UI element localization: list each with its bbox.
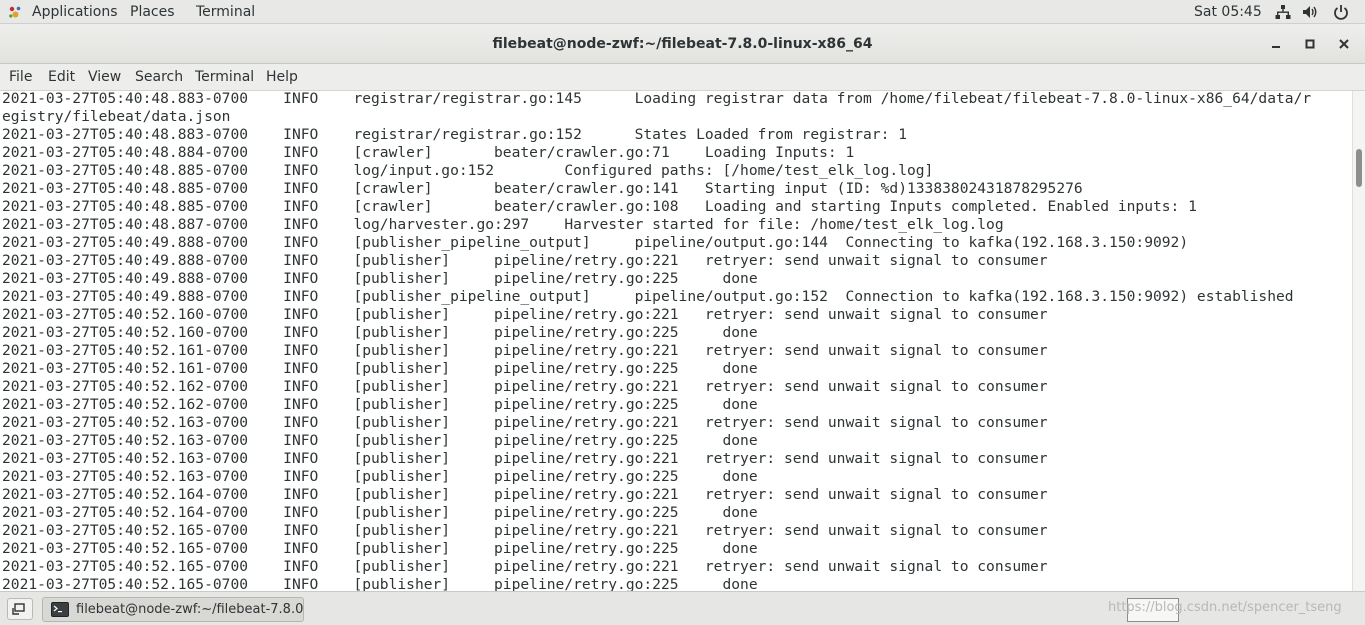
window-title: filebeat@node-zwf:~/filebeat-7.8.0-linux… xyxy=(492,36,873,52)
applications-menu[interactable]: Applications xyxy=(32,4,118,20)
menu-search[interactable]: Search xyxy=(135,69,183,85)
menu-edit[interactable]: Edit xyxy=(48,69,75,85)
terminal-line: 2021-03-27T05:40:52.161-0700 INFO [publi… xyxy=(2,360,758,377)
terminal-line: 2021-03-27T05:40:52.162-0700 INFO [publi… xyxy=(2,396,758,413)
terminal-line: 2021-03-27T05:40:48.884-0700 INFO [crawl… xyxy=(2,144,855,161)
minimize-button[interactable] xyxy=(1268,36,1284,52)
applications-icon xyxy=(9,6,21,18)
menu-terminal[interactable]: Terminal xyxy=(195,69,254,85)
scrollbar-thumb[interactable] xyxy=(1356,149,1362,187)
terminal-line: 2021-03-27T05:40:52.162-0700 INFO [publi… xyxy=(2,378,1048,395)
terminal-line: 2021-03-27T05:40:48.883-0700 INFO regist… xyxy=(2,126,907,143)
places-menu[interactable]: Places xyxy=(130,4,175,20)
terminal-line: 2021-03-27T05:40:52.163-0700 INFO [publi… xyxy=(2,468,758,485)
terminal-output[interactable]: 2021-03-27T05:40:48.883-0700 INFO regist… xyxy=(0,91,1352,591)
menu-help[interactable]: Help xyxy=(266,69,298,85)
show-desktop-icon xyxy=(12,603,25,615)
terminal-scrollbar[interactable] xyxy=(1352,91,1365,591)
show-desktop-button[interactable] xyxy=(7,598,33,620)
terminal-line: 2021-03-27T05:40:49.888-0700 INFO [publi… xyxy=(2,270,758,287)
top-bar: Applications Places Terminal Sat 05:45 xyxy=(0,0,1365,24)
terminal-line: 2021-03-27T05:40:52.164-0700 INFO [publi… xyxy=(2,486,1048,503)
menu-view[interactable]: View xyxy=(88,69,121,85)
taskbar-window-label: filebeat@node-zwf:~/filebeat-7.8.0-l... xyxy=(76,602,304,617)
terminal-line: 2021-03-27T05:40:52.163-0700 INFO [publi… xyxy=(2,432,758,449)
power-icon[interactable] xyxy=(1333,4,1349,20)
terminal-line: 2021-03-27T05:40:52.161-0700 INFO [publi… xyxy=(2,342,1048,359)
terminal-line: 2021-03-27T05:40:52.164-0700 INFO [publi… xyxy=(2,504,758,521)
terminal-line: 2021-03-27T05:40:48.885-0700 INFO [crawl… xyxy=(2,198,1197,215)
menu-file[interactable]: File xyxy=(9,69,32,85)
terminal-line: 2021-03-27T05:40:52.163-0700 INFO [publi… xyxy=(2,414,1048,431)
terminal-lines: 2021-03-27T05:40:48.883-0700 INFO regist… xyxy=(2,91,1311,591)
close-button[interactable] xyxy=(1336,36,1352,52)
terminal-line: 2021-03-27T05:40:52.165-0700 INFO [publi… xyxy=(2,540,758,557)
taskbar: filebeat@node-zwf:~/filebeat-7.8.0-l... … xyxy=(0,591,1365,625)
terminal-line: 2021-03-27T05:40:52.160-0700 INFO [publi… xyxy=(2,306,1048,323)
terminal-app-menu[interactable]: Terminal xyxy=(196,4,255,20)
terminal-line: 2021-03-27T05:40:48.885-0700 INFO [crawl… xyxy=(2,180,1083,197)
terminal-line: 2021-03-27T05:40:52.165-0700 INFO [publi… xyxy=(2,576,758,591)
terminal-line: 2021-03-27T05:40:49.888-0700 INFO [publi… xyxy=(2,252,1048,269)
terminal-line: 2021-03-27T05:40:48.883-0700 INFO regist… xyxy=(2,91,1312,107)
maximize-button[interactable] xyxy=(1302,36,1318,52)
volume-icon[interactable] xyxy=(1302,4,1318,20)
clock[interactable]: Sat 05:45 xyxy=(1194,4,1262,20)
terminal-line: 2021-03-27T05:40:49.888-0700 INFO [publi… xyxy=(2,288,1294,305)
terminal-icon xyxy=(51,602,69,617)
terminal-line: 2021-03-27T05:40:48.885-0700 INFO log/in… xyxy=(2,162,934,179)
terminal-line: 2021-03-27T05:40:52.160-0700 INFO [publi… xyxy=(2,324,758,341)
terminal-line: 2021-03-27T05:40:52.165-0700 INFO [publi… xyxy=(2,558,1048,575)
taskbar-window-button[interactable]: filebeat@node-zwf:~/filebeat-7.8.0-l... xyxy=(42,597,304,622)
terminal-line: 2021-03-27T05:40:48.887-0700 INFO log/ha… xyxy=(2,216,1004,233)
terminal-line: 2021-03-27T05:40:49.888-0700 INFO [publi… xyxy=(2,234,1189,251)
network-icon[interactable] xyxy=(1275,4,1291,20)
terminal-line: 2021-03-27T05:40:52.163-0700 INFO [publi… xyxy=(2,450,1048,467)
terminal-line: 2021-03-27T05:40:52.165-0700 INFO [publi… xyxy=(2,522,1048,539)
terminal-line: egistry/filebeat/data.json xyxy=(2,108,231,125)
menu-bar: File Edit View Search Terminal Help xyxy=(0,64,1365,91)
window-titlebar[interactable]: filebeat@node-zwf:~/filebeat-7.8.0-linux… xyxy=(0,24,1365,64)
watermark-text: https://blog.csdn.net/spencer_tseng xyxy=(1108,600,1342,615)
